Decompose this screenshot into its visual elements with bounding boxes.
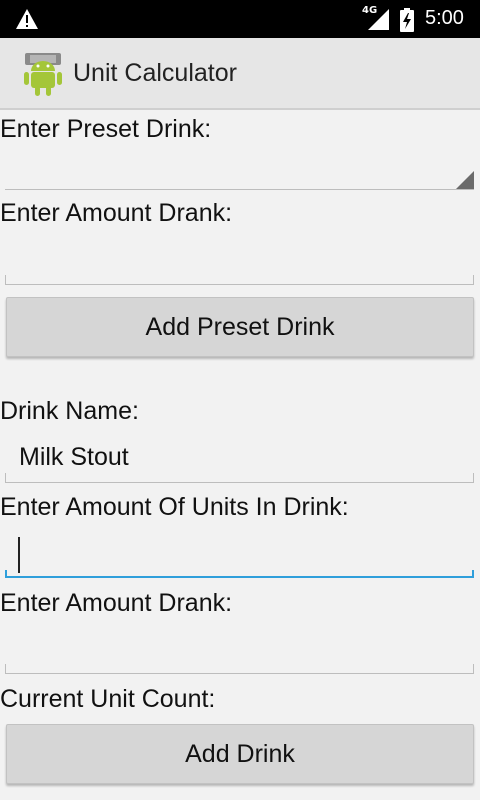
custom-amount-field[interactable] <box>5 625 474 675</box>
current-unit-count-label: Current Unit Count: <box>0 685 216 713</box>
drink-name-value: Milk Stout <box>19 443 129 471</box>
field-underline <box>5 275 474 285</box>
app-title: Unit Calculator <box>73 59 237 87</box>
custom-amount-label: Enter Amount Drank: <box>0 589 233 617</box>
add-preset-drink-button[interactable]: Add Preset Drink <box>6 297 474 357</box>
status-bar: 4G 5:00 <box>0 0 480 38</box>
field-underline <box>5 664 474 674</box>
preset-amount-field[interactable] <box>5 235 474 285</box>
status-time: 5:00 <box>425 7 464 29</box>
android-logo-icon <box>22 51 64 101</box>
signal-icon <box>368 9 390 35</box>
preset-amount-label: Enter Amount Drank: <box>0 199 233 227</box>
dropdown-arrow-icon <box>456 171 474 189</box>
units-in-drink-field[interactable] <box>5 530 474 580</box>
drink-name-field[interactable]: Milk Stout <box>5 433 474 483</box>
field-underline-focused <box>5 570 474 578</box>
text-cursor <box>18 537 20 573</box>
app-bar: Unit Calculator <box>0 38 480 110</box>
drink-name-label: Drink Name: <box>0 397 139 425</box>
battery-charging-icon <box>400 8 414 36</box>
field-underline <box>5 473 474 483</box>
spinner-underline <box>5 189 474 190</box>
units-in-drink-label: Enter Amount Of Units In Drink: <box>0 493 349 521</box>
add-drink-button[interactable]: Add Drink <box>6 724 474 784</box>
preset-drink-label: Enter Preset Drink: <box>0 115 212 143</box>
warning-icon <box>15 8 39 34</box>
preset-drink-spinner[interactable] <box>5 150 474 190</box>
